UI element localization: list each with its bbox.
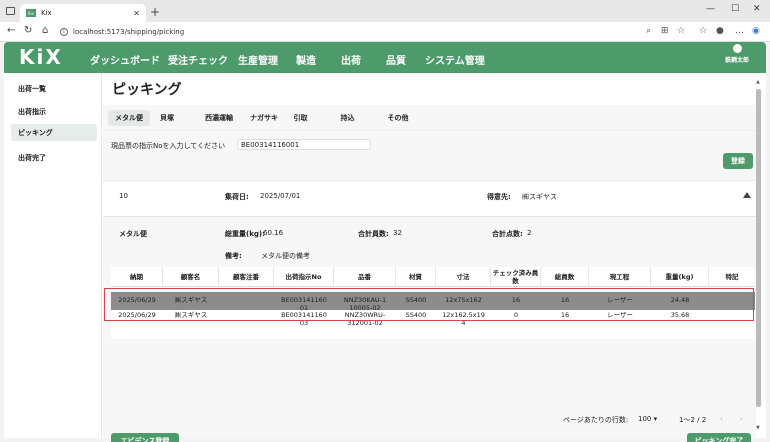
- sidebar-item-shipping-list[interactable]: 出荷一覧: [11, 80, 97, 97]
- profile-icon[interactable]: ●: [716, 26, 724, 36]
- refresh-icon[interactable]: ↻: [24, 25, 32, 36]
- selected-row-highlight: [104, 288, 754, 321]
- address-bar-row: ← ↻ ⌂ i localhost:5173/shipping/picking …: [0, 22, 770, 42]
- scrollbar[interactable]: ▲ ▼: [755, 73, 762, 438]
- minimize-icon[interactable]: —: [706, 4, 715, 14]
- more-icon[interactable]: …: [735, 26, 744, 36]
- total-count: 32: [393, 229, 402, 237]
- menu-dashboard[interactable]: ダッシュボード: [90, 52, 160, 67]
- tab-actions-icon[interactable]: [6, 7, 15, 15]
- column-header-checked-count: チェック済み員数: [491, 267, 541, 287]
- total-weight: 60.16: [263, 229, 284, 237]
- page-range: 1～2 / 2: [679, 416, 707, 424]
- collections-icon[interactable]: ☆: [699, 26, 707, 36]
- new-tab-icon[interactable]: +: [150, 5, 160, 19]
- column-header-delivery-date: 納期: [111, 267, 163, 287]
- tab-other[interactable]: その他: [383, 110, 413, 126]
- prev-page-icon[interactable]: ‹: [720, 415, 723, 423]
- total-points: 2: [527, 229, 532, 237]
- carrier-name: メタル便: [119, 230, 147, 238]
- customer-name: ㈱スギヤス: [522, 193, 557, 201]
- table-header: 納期 顧客名 顧客注番 出荷指示No 品番 材質 寸法 チェック済み員数 総員数 現工程 重量(kg…: [111, 267, 755, 287]
- tab-bring-in[interactable]: 持込: [335, 110, 360, 126]
- menu-order-check[interactable]: 受注チェック: [168, 52, 228, 67]
- menu-shipping[interactable]: 出荷: [335, 52, 367, 75]
- scroll-down-icon[interactable]: ▼: [756, 425, 760, 431]
- tab-nagasaki[interactable]: ナガサキ: [248, 110, 280, 126]
- close-tab-icon[interactable]: ✕: [133, 9, 140, 18]
- url-field[interactable]: i localhost:5173/shipping/picking: [60, 24, 710, 39]
- column-header-customer-name: 顧客名: [163, 267, 219, 287]
- column-header-weight: 重量(kg): [651, 267, 709, 287]
- main-content: ピッキング メタル便 貝塚 西濃運輸 ナガサキ 引取 持込 その他 現品票の指示…: [103, 73, 756, 442]
- rows-per-page-label: ページあたりの行数:: [563, 416, 629, 424]
- total-points-label: 合計点数:: [492, 230, 523, 238]
- page-title: ピッキング: [112, 82, 182, 98]
- user-icon: [732, 44, 742, 53]
- home-icon[interactable]: ⌂: [42, 25, 48, 36]
- column-header-current-process: 現工程: [589, 267, 651, 287]
- total-weight-label: 総重量(kg):: [225, 230, 265, 238]
- sidebar-item-shipping-instruction[interactable]: 出荷指示: [11, 103, 97, 120]
- sidebar-item-shipping-complete[interactable]: 出荷完了: [11, 149, 97, 166]
- next-page-icon[interactable]: ›: [740, 415, 743, 423]
- copilot-icon[interactable]: ◉: [752, 26, 760, 36]
- shipping-date-label: 集荷日:: [225, 193, 249, 201]
- menu-system[interactable]: システム管理: [425, 52, 485, 67]
- tab-kaizuka[interactable]: 貝塚: [156, 110, 178, 126]
- scroll-up-icon[interactable]: ▲: [756, 79, 760, 85]
- url-text: localhost:5173/shipping/picking: [73, 27, 185, 36]
- rows-per-page-select[interactable]: 100 ▾: [638, 415, 657, 423]
- close-window-icon[interactable]: ✕: [753, 4, 761, 14]
- remarks-label: 備考:: [225, 252, 242, 260]
- sidebar: 出荷一覧 出荷指示 ピッキング 出荷完了: [4, 73, 102, 438]
- picking-complete-button[interactable]: ピッキング完了: [687, 433, 751, 442]
- carrier-tabs: メタル便 貝塚 西濃運輸 ナガサキ 引取 持込 その他: [103, 105, 756, 131]
- column-header-part-no: 品番: [334, 267, 396, 287]
- column-header-instruction-no: 出荷指示No: [274, 267, 334, 287]
- reader-icon[interactable]: ⊞: [661, 26, 669, 36]
- maximize-icon[interactable]: ☐: [731, 4, 739, 14]
- browser-tabbar: Kix Kix ✕ + — ☐ ✕: [0, 0, 770, 22]
- column-header-total-count: 総員数: [541, 267, 589, 287]
- user-menu[interactable]: 鉄鋼太郎: [722, 44, 752, 64]
- tab-seino[interactable]: 西濃運輸: [199, 110, 239, 126]
- menu-quality[interactable]: 品質: [386, 52, 406, 67]
- scan-label: 現品票の指示Noを入力してください: [111, 142, 226, 150]
- register-button[interactable]: 登録: [723, 153, 753, 169]
- scan-panel: 現品票の指示Noを入力してください BE00314116001 登録: [103, 131, 756, 181]
- customer-label: 得意先:: [487, 193, 511, 201]
- scrollbar-thumb[interactable]: [756, 89, 761, 407]
- site-info-icon[interactable]: i: [60, 27, 68, 36]
- tab-pickup[interactable]: 引取: [288, 110, 313, 126]
- favorite-icon[interactable]: ☆: [677, 26, 685, 36]
- favicon-icon: Kix: [26, 9, 36, 17]
- browser-tab[interactable]: Kix Kix ✕: [20, 4, 146, 22]
- page-body: 出荷一覧 出荷指示 ピッキング 出荷完了 ピッキング メタル便 貝塚 西濃運輸 …: [4, 73, 766, 442]
- app-header: KiX ダッシュボード 受注チェック 生産管理 製造 出荷 品質 システム管理 …: [4, 42, 766, 75]
- column-header-material: 材質: [396, 267, 436, 287]
- instruction-no-input[interactable]: BE00314116001: [237, 139, 371, 150]
- menu-manufacturing[interactable]: 製造: [296, 52, 316, 67]
- shipment-id: 10: [119, 192, 128, 200]
- shipping-date: 2025/07/01: [260, 192, 301, 200]
- shipment-summary: 10 集荷日: 2025/07/01 得意先: ㈱スギヤス: [103, 181, 756, 217]
- search-icon[interactable]: ⌕: [646, 26, 651, 36]
- browser-tab-title: Kix: [41, 9, 52, 17]
- tab-metal[interactable]: メタル便: [108, 110, 150, 126]
- column-header-notes: 特記: [725, 273, 739, 281]
- remarks: メタル便の備考: [261, 252, 310, 260]
- back-icon[interactable]: ←: [7, 25, 15, 36]
- collapse-icon[interactable]: [743, 192, 751, 198]
- shipment-detail: メタル便 総重量(kg): 60.16 合計員数: 32 合計点数: 2 備考:…: [103, 217, 756, 442]
- sidebar-item-picking[interactable]: ピッキング: [11, 124, 97, 141]
- menu-production[interactable]: 生産管理: [238, 52, 278, 67]
- column-header-size: 寸法: [436, 267, 491, 287]
- app-logo[interactable]: KiX: [19, 45, 63, 69]
- user-name: 鉄鋼太郎: [724, 57, 749, 64]
- evidence-register-button[interactable]: エビデンス登録: [111, 433, 179, 442]
- total-count-label: 合計員数:: [358, 230, 389, 238]
- column-header-customer-order-no: 顧客注番: [219, 267, 274, 287]
